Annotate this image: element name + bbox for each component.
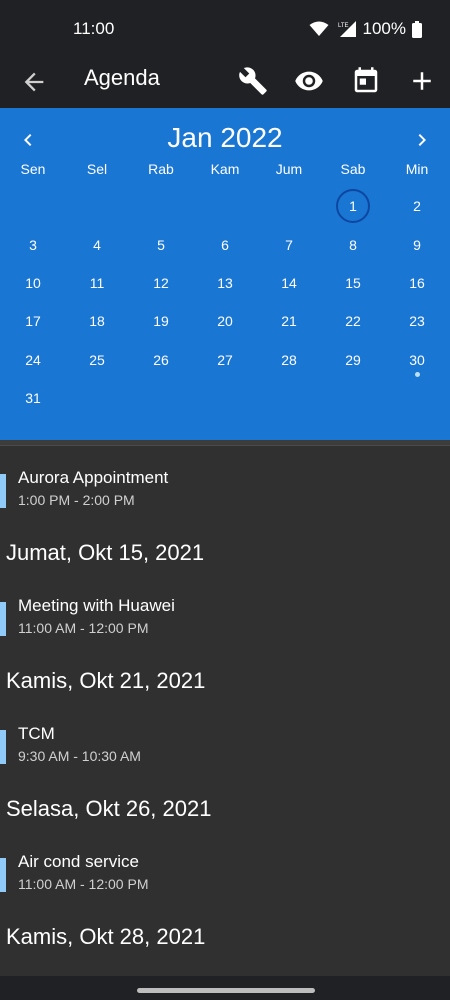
calendar-day[interactable]: 28 [269, 345, 309, 375]
calendar-day[interactable]: 26 [141, 345, 181, 375]
calendar-day[interactable]: 5 [141, 230, 181, 260]
status-indicators: LTE 100% [309, 19, 422, 39]
calendar-day[interactable]: 6 [205, 230, 245, 260]
event-color-bar [0, 474, 6, 508]
agenda-event[interactable]: Aurora Appointment 1:00 PM - 2:00 PM [0, 468, 450, 524]
calendar-day[interactable]: 3 [13, 230, 53, 260]
event-time: 11:00 AM - 12:00 PM [18, 620, 149, 636]
battery-percent: 100% [362, 19, 406, 38]
calendar-day[interactable]: 9 [397, 230, 437, 260]
calendar-day[interactable]: 29 [333, 345, 373, 375]
event-color-bar [0, 858, 6, 892]
calendar-day[interactable]: 4 [77, 230, 117, 260]
weekday-label: Rab [148, 161, 174, 177]
calendar-day[interactable]: 23 [397, 306, 437, 336]
weekday-label: Jum [275, 161, 303, 177]
calendar-day[interactable]: 22 [333, 306, 373, 336]
calendar-day[interactable]: 1 [333, 191, 373, 221]
event-time: 11:00 AM - 12:00 PM [18, 876, 149, 892]
eye-icon[interactable] [294, 66, 324, 96]
calendar-day[interactable]: 24 [13, 345, 53, 375]
month-calendar: Jan 2022 Sen Sel Rab Kam Jum Sab Min 1 2 3 4 5 6 7 8 9 1… [0, 108, 450, 440]
battery-icon [412, 20, 422, 38]
agenda-event[interactable]: Air cond service 11:00 AM - 12:00 PM [0, 852, 450, 908]
calendar-day[interactable]: 20 [205, 306, 245, 336]
calendar-day[interactable]: 21 [269, 306, 309, 336]
status-bar: 11:00 LTE 100% [0, 0, 450, 56]
weekday-label: Kam [210, 161, 240, 177]
weekday-label: Sel [86, 161, 108, 177]
event-color-bar [0, 602, 6, 636]
event-title: Meeting with Huawei [18, 596, 175, 615]
event-time: 9:30 AM - 10:30 AM [18, 748, 141, 764]
cell-signal-icon: LTE [335, 20, 357, 38]
day-header: Selasa, Okt 26, 2021 [6, 796, 212, 821]
calendar-day[interactable]: 30 [397, 345, 437, 375]
event-color-bar [0, 730, 6, 764]
agenda-list[interactable]: Aurora Appointment 1:00 PM - 2:00 PM Jumat… [0, 446, 450, 976]
calendar-grid: Sen Sel Rab Kam Jum Sab Min 1 2 3 4 5 6 7 8 9 10 11 12 13 14… [0, 108, 450, 440]
calendar-day[interactable]: 27 [205, 345, 245, 375]
navigation-bar [0, 976, 450, 1000]
event-title: Air cond service [18, 852, 139, 871]
calendar-day[interactable]: 19 [141, 306, 181, 336]
event-title: Aurora Appointment [18, 468, 169, 487]
event-time: 1:00 PM - 2:00 PM [18, 492, 135, 508]
agenda-event[interactable]: Meeting with Huawei 11:00 AM - 12:00 PM [0, 596, 450, 652]
weekday-label: Sab [340, 161, 366, 177]
calendar-day[interactable]: 8 [333, 230, 373, 260]
day-header: Kamis, Okt 28, 2021 [6, 924, 206, 949]
calendar-day[interactable]: 25 [77, 345, 117, 375]
calendar-day[interactable]: 10 [13, 268, 53, 298]
event-title: TCM [18, 724, 55, 743]
event-dot [414, 372, 420, 377]
calendar-day[interactable]: 16 [397, 268, 437, 298]
wrench-icon[interactable] [238, 66, 268, 96]
weekday-label: Sen [20, 161, 46, 177]
calendar-icon[interactable] [351, 66, 381, 96]
calendar-day[interactable]: 12 [141, 268, 181, 298]
calendar-day[interactable]: 14 [269, 268, 309, 298]
calendar-day[interactable]: 31 [13, 383, 53, 413]
back-arrow-icon[interactable] [20, 68, 48, 96]
calendar-day[interactable]: 18 [77, 306, 117, 336]
status-time: 11:00 [73, 19, 115, 38]
calendar-day[interactable]: 17 [13, 306, 53, 336]
calendar-day[interactable]: 2 [397, 191, 437, 221]
calendar-day[interactable]: 15 [333, 268, 373, 298]
gesture-handle[interactable] [137, 988, 315, 993]
calendar-day[interactable]: 11 [77, 268, 117, 298]
day-header: Kamis, Okt 21, 2021 [6, 668, 206, 693]
app-bar: Agenda [0, 56, 450, 108]
calendar-day[interactable]: 13 [205, 268, 245, 298]
plus-icon[interactable] [407, 66, 437, 96]
network-type: LTE [338, 23, 349, 29]
weekday-label: Min [405, 161, 429, 177]
agenda-event[interactable]: TCM 9:30 AM - 10:30 AM [0, 724, 450, 780]
calendar-day[interactable]: 7 [269, 230, 309, 260]
page-title: Agenda [84, 65, 160, 90]
day-header: Jumat, Okt 15, 2021 [6, 540, 205, 565]
wifi-icon [309, 21, 329, 37]
